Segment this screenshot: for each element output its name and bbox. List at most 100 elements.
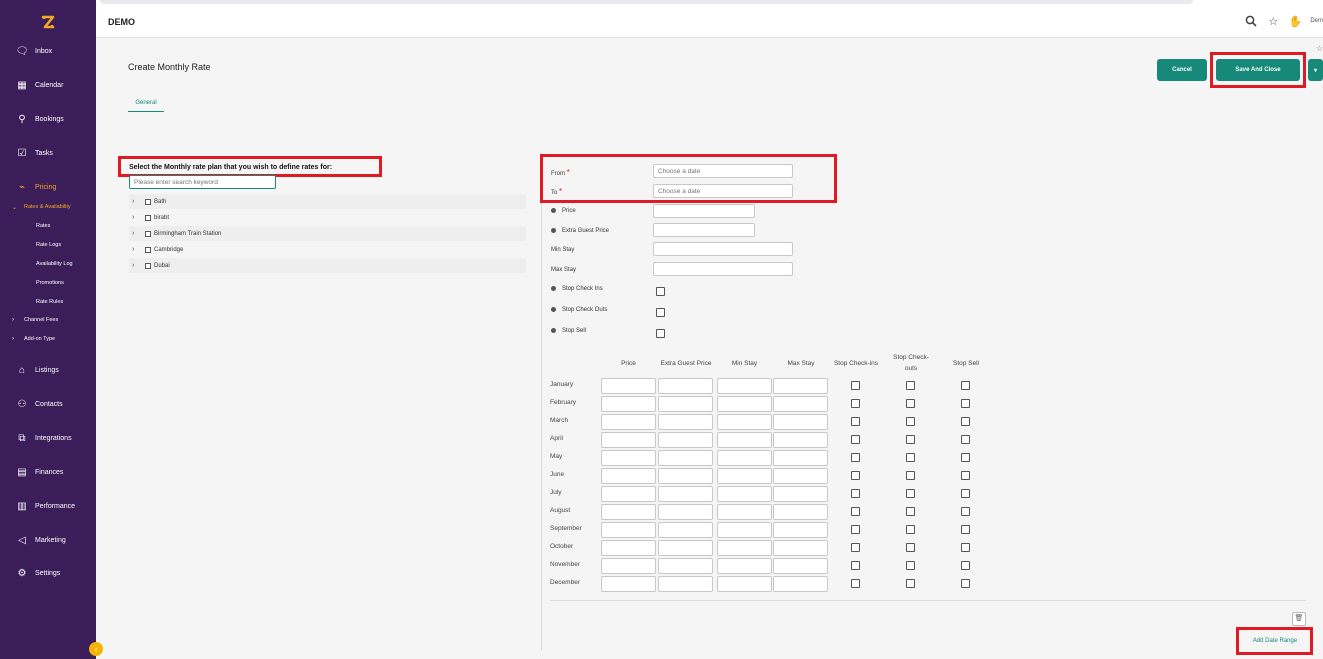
max-stay-cell[interactable] — [773, 468, 828, 484]
sidebar-subitem-rate-logs[interactable]: Rate Logs — [0, 240, 96, 254]
hand-icon[interactable]: ✋ — [1288, 14, 1302, 28]
max-stay-input[interactable] — [653, 262, 793, 276]
min-stay-cell[interactable] — [717, 576, 772, 592]
stop-check-outs-checkbox[interactable] — [906, 543, 915, 552]
stop-sell-checkbox[interactable] — [961, 435, 970, 444]
price-cell[interactable] — [601, 450, 656, 466]
price-cell[interactable] — [601, 378, 656, 394]
delete-range-button[interactable]: 🗑 — [1292, 612, 1306, 626]
stop-check-outs-checkbox[interactable] — [906, 507, 915, 516]
price-input[interactable] — [653, 204, 755, 218]
stop-check-outs-checkbox[interactable] — [906, 561, 915, 570]
chevron-right-icon[interactable]: › — [132, 246, 134, 253]
min-stay-cell[interactable] — [717, 432, 772, 448]
sidebar-item-settings[interactable]: ⚙ Settings — [0, 563, 96, 583]
max-stay-cell[interactable] — [773, 396, 828, 412]
max-stay-cell[interactable] — [773, 432, 828, 448]
min-stay-input[interactable] — [653, 242, 793, 256]
sidebar-item-inbox[interactable]: 🗨 Inbox — [0, 41, 96, 61]
min-stay-cell[interactable] — [717, 396, 772, 412]
stop-check-ins-checkbox[interactable] — [851, 417, 860, 426]
max-stay-cell[interactable] — [773, 378, 828, 394]
max-stay-cell[interactable] — [773, 540, 828, 556]
stop-sell-checkbox[interactable] — [961, 417, 970, 426]
to-date-input[interactable] — [653, 184, 793, 198]
price-cell[interactable] — [601, 468, 656, 484]
min-stay-cell[interactable] — [717, 414, 772, 430]
chevron-right-icon[interactable]: › — [132, 198, 134, 205]
extra-guest-price-cell[interactable] — [658, 576, 713, 592]
stop-check-outs-checkbox[interactable] — [656, 308, 665, 317]
min-stay-cell[interactable] — [717, 486, 772, 502]
sidebar-item-calendar[interactable]: ▦ Calendar — [0, 75, 96, 95]
min-stay-cell[interactable] — [717, 468, 772, 484]
search-icon[interactable] — [1244, 14, 1258, 28]
extra-guest-price-cell[interactable] — [658, 468, 713, 484]
price-cell[interactable] — [601, 540, 656, 556]
stop-check-outs-checkbox[interactable] — [906, 435, 915, 444]
extra-guest-price-cell[interactable] — [658, 450, 713, 466]
chevron-right-icon[interactable]: › — [132, 262, 134, 269]
min-stay-cell[interactable] — [717, 558, 772, 574]
price-cell[interactable] — [601, 414, 656, 430]
stop-sell-checkbox[interactable] — [656, 329, 665, 338]
tab-general[interactable]: General — [128, 100, 164, 112]
min-stay-cell[interactable] — [717, 450, 772, 466]
stop-sell-checkbox[interactable] — [961, 543, 970, 552]
sidebar-item-listings[interactable]: ⌂ Listings — [0, 360, 96, 380]
stop-sell-checkbox[interactable] — [961, 381, 970, 390]
sidebar-item-performance[interactable]: ▥ Performance — [0, 496, 96, 516]
sidebar-subitem-availability-log[interactable]: Availability Log — [0, 259, 96, 273]
chevron-right-icon[interactable]: › — [132, 214, 134, 221]
min-stay-cell[interactable] — [717, 378, 772, 394]
star-icon[interactable]: ☆ — [1266, 14, 1280, 28]
max-stay-cell[interactable] — [773, 558, 828, 574]
favorite-star-icon[interactable]: ☆ — [1316, 44, 1323, 53]
tree-checkbox[interactable] — [145, 262, 151, 269]
price-cell[interactable] — [601, 522, 656, 538]
sidebar-subitem-rate-rules[interactable]: Rate Rules — [0, 297, 96, 311]
stop-check-ins-checkbox[interactable] — [851, 471, 860, 480]
min-stay-cell[interactable] — [717, 522, 772, 538]
tree-checkbox[interactable] — [145, 246, 151, 253]
sidebar-group-rates-availability[interactable]: ⌄ Rates & Availability — [12, 202, 96, 216]
sidebar-group-add-on-type[interactable]: › Add-on Type — [12, 334, 96, 348]
stop-check-ins-checkbox[interactable] — [851, 525, 860, 534]
tree-item[interactable]: › Cambridge — [129, 242, 526, 257]
sidebar-item-finances[interactable]: ▤ Finances — [0, 462, 96, 482]
stop-check-outs-checkbox[interactable] — [906, 489, 915, 498]
sidebar-item-integrations[interactable]: ⧉ Integrations — [0, 428, 96, 448]
save-options-dropdown[interactable]: ▾ — [1308, 59, 1323, 81]
sidebar-item-tasks[interactable]: ☑ Tasks — [0, 143, 96, 163]
max-stay-cell[interactable] — [773, 486, 828, 502]
stop-check-outs-checkbox[interactable] — [906, 471, 915, 480]
stop-check-ins-checkbox[interactable] — [851, 453, 860, 462]
price-cell[interactable] — [601, 432, 656, 448]
extra-guest-price-cell[interactable] — [658, 414, 713, 430]
stop-sell-checkbox[interactable] — [961, 507, 970, 516]
chevron-right-icon[interactable]: › — [132, 230, 134, 237]
user-name[interactable]: Dem — [1310, 18, 1323, 24]
stop-check-ins-checkbox[interactable] — [851, 399, 860, 408]
stop-sell-checkbox[interactable] — [961, 579, 970, 588]
max-stay-cell[interactable] — [773, 522, 828, 538]
stop-check-ins-checkbox[interactable] — [851, 435, 860, 444]
tree-checkbox[interactable] — [145, 230, 151, 237]
stop-check-ins-checkbox[interactable] — [851, 561, 860, 570]
stop-check-outs-checkbox[interactable] — [906, 381, 915, 390]
stop-check-ins-checkbox[interactable] — [851, 381, 860, 390]
min-stay-cell[interactable] — [717, 504, 772, 520]
stop-check-outs-checkbox[interactable] — [906, 579, 915, 588]
tree-item[interactable]: › Bath — [129, 194, 526, 209]
sidebar-subitem-rates[interactable]: Rates — [0, 221, 96, 235]
price-cell[interactable] — [601, 396, 656, 412]
stop-check-outs-checkbox[interactable] — [906, 453, 915, 462]
stop-sell-checkbox[interactable] — [961, 453, 970, 462]
price-cell[interactable] — [601, 486, 656, 502]
sidebar-item-bookings[interactable]: ⚲ Bookings — [0, 109, 96, 129]
tree-checkbox[interactable] — [145, 198, 151, 205]
stop-check-outs-checkbox[interactable] — [906, 417, 915, 426]
stop-check-ins-checkbox[interactable] — [851, 543, 860, 552]
stop-sell-checkbox[interactable] — [961, 525, 970, 534]
stop-sell-checkbox[interactable] — [961, 471, 970, 480]
